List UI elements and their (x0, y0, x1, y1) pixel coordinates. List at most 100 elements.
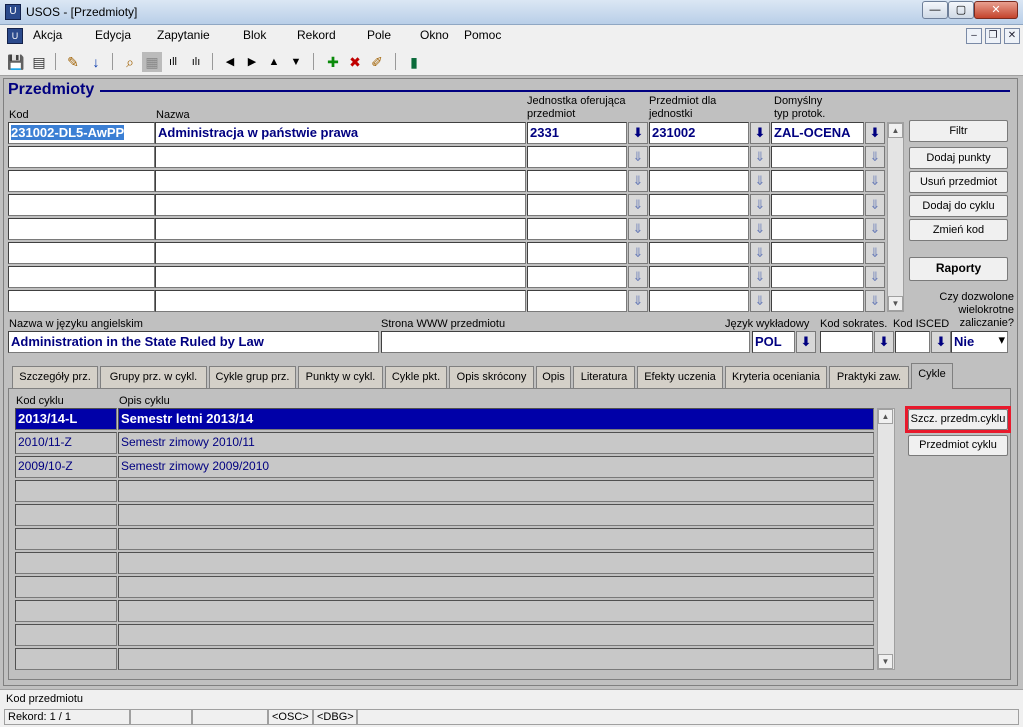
lov-przedmiot-dla-icon[interactable]: ⇓ (750, 242, 770, 264)
mdi-close-button[interactable]: ✕ (1004, 28, 1020, 44)
lov-typ-protok-icon[interactable]: ⇓ (865, 170, 885, 192)
lov-typ-protok-icon[interactable]: ⇓ (865, 242, 885, 264)
przedmiot-dla-field[interactable]: 231002 (649, 122, 749, 144)
jednostka-field[interactable] (527, 218, 627, 240)
query-icon[interactable]: ⌕ (120, 52, 140, 72)
lov-przedmiot-dla-icon[interactable]: ⇓ (750, 170, 770, 192)
opis-cyklu-cell[interactable] (118, 552, 874, 574)
lov-typ-protok-icon[interactable]: ⇓ (865, 146, 885, 168)
opis-cyklu-cell[interactable]: Semestr letni 2013/14 (118, 408, 874, 430)
lov-sokrates-icon[interactable]: ⬇ (874, 331, 894, 353)
dodaj-do-cyklu-button[interactable]: Dodaj do cyklu (909, 195, 1008, 217)
kod-field[interactable] (8, 218, 155, 240)
lov-jednostka-icon[interactable]: ⇓ (628, 218, 648, 240)
nazwa-field[interactable] (155, 146, 526, 168)
count-icon[interactable]: ıll (163, 52, 183, 72)
przedmiot-dla-field[interactable] (649, 170, 749, 192)
typ-protok-field[interactable]: ZAL-OCENA (771, 122, 864, 144)
count-all-icon[interactable]: ılı (186, 52, 206, 72)
lov-jednostka-icon[interactable]: ⬇ (628, 122, 648, 144)
kod-field[interactable] (8, 242, 155, 264)
scroll-up-icon[interactable]: ▲ (888, 123, 903, 138)
przedmiot-dla-field[interactable] (649, 290, 749, 312)
nazwa-field[interactable] (155, 266, 526, 288)
nazwa-field[interactable] (155, 170, 526, 192)
przedmiot-dla-field[interactable] (649, 194, 749, 216)
lov-przedmiot-dla-icon[interactable]: ⇓ (750, 218, 770, 240)
tab-cykle-grup[interactable]: Cykle grup prz. (209, 366, 296, 388)
scroll-up-icon[interactable]: ▲ (878, 409, 893, 424)
opis-cyklu-cell[interactable] (118, 576, 874, 598)
kod-cyklu-cell[interactable] (15, 576, 117, 598)
lov-jednostka-icon[interactable]: ⇓ (628, 170, 648, 192)
download-icon[interactable]: ↓ (86, 52, 106, 72)
jednostka-field[interactable] (527, 146, 627, 168)
zmien-kod-button[interactable]: Zmień kod (909, 219, 1008, 241)
mdi-minimize-button[interactable]: – (966, 28, 982, 44)
kod-field[interactable] (8, 194, 155, 216)
next-record-icon[interactable]: ▶ (242, 52, 262, 72)
menu-okno[interactable]: Okno (420, 28, 449, 42)
tab-praktyki[interactable]: Praktyki zaw. (829, 366, 909, 388)
strona-www-field[interactable] (381, 331, 750, 353)
lov-przedmiot-dla-icon[interactable]: ⇓ (750, 194, 770, 216)
edit-icon[interactable]: ✎ (63, 52, 83, 72)
typ-protok-field[interactable] (771, 242, 864, 264)
exit-icon[interactable]: ▮ (404, 52, 424, 72)
lov-jednostka-icon[interactable]: ⇓ (628, 290, 648, 312)
kod-cyklu-cell[interactable] (15, 504, 117, 526)
lov-typ-protok-icon[interactable]: ⬇ (865, 122, 885, 144)
kod-field[interactable] (8, 170, 155, 192)
nazwa-field[interactable]: Administracja w państwie prawa (155, 122, 526, 144)
lov-isced-icon[interactable]: ⬇ (931, 331, 951, 353)
kod-cyklu-cell[interactable]: 2013/14-L (15, 408, 117, 430)
lov-typ-protok-icon[interactable]: ⇓ (865, 266, 885, 288)
tab-cykle-pkt[interactable]: Cykle pkt. (385, 366, 447, 388)
delete-record-icon[interactable]: ✖ (345, 52, 365, 72)
tab-szczegoly[interactable]: Szczegóły prz. (12, 366, 98, 388)
jednostka-field[interactable] (527, 170, 627, 192)
kod-cyklu-cell[interactable]: 2010/11-Z (15, 432, 117, 454)
cykle-scrollbar[interactable] (877, 408, 895, 670)
up-icon[interactable]: ▲ (264, 52, 284, 72)
print-icon[interactable]: ▤ (29, 52, 49, 72)
typ-protok-field[interactable] (771, 266, 864, 288)
down-icon[interactable]: ▼ (286, 52, 306, 72)
nazwa-field[interactable] (155, 194, 526, 216)
przedmiot-cyklu-button[interactable]: Przedmiot cyklu (908, 435, 1008, 456)
kod-field[interactable] (8, 146, 155, 168)
usun-przedmiot-button[interactable]: Usuń przedmiot (909, 171, 1008, 193)
lov-jednostka-icon[interactable]: ⇓ (628, 146, 648, 168)
kod-field[interactable] (8, 290, 155, 312)
jednostka-field[interactable] (527, 290, 627, 312)
lov-typ-protok-icon[interactable]: ⇓ (865, 194, 885, 216)
kod-cyklu-cell[interactable] (15, 528, 117, 550)
scroll-down-icon[interactable]: ▼ (888, 296, 903, 311)
jednostka-field[interactable] (527, 242, 627, 264)
document-icon[interactable]: U (7, 28, 23, 44)
lov-jednostka-icon[interactable]: ⇓ (628, 242, 648, 264)
nazwa-field[interactable] (155, 242, 526, 264)
jezyk-field[interactable]: POL (752, 331, 795, 353)
opis-cyklu-cell[interactable] (118, 528, 874, 550)
lov-typ-protok-icon[interactable]: ⇓ (865, 290, 885, 312)
menu-pomoc[interactable]: Pomoc (464, 28, 501, 42)
menu-edycja[interactable]: Edycja (95, 28, 131, 42)
lov-jednostka-icon[interactable]: ⇓ (628, 194, 648, 216)
tab-grupy[interactable]: Grupy prz. w cykl. (100, 366, 207, 388)
opis-cyklu-cell[interactable] (118, 624, 874, 646)
isced-field[interactable] (895, 331, 930, 353)
lov-przedmiot-dla-icon[interactable]: ⇓ (750, 146, 770, 168)
minimize-button[interactable]: — (922, 1, 948, 19)
kod-field[interactable] (8, 266, 155, 288)
kod-cyklu-cell[interactable] (15, 600, 117, 622)
typ-protok-field[interactable] (771, 218, 864, 240)
menu-rekord[interactable]: Rekord (297, 28, 336, 42)
dodaj-punkty-button[interactable]: Dodaj punkty (909, 147, 1008, 169)
tab-punkty[interactable]: Punkty w cykl. (298, 366, 383, 388)
lov-typ-protok-icon[interactable]: ⇓ (865, 218, 885, 240)
clear-record-icon[interactable]: ✐ (367, 52, 387, 72)
lov-przedmiot-dla-icon[interactable]: ⬇ (750, 122, 770, 144)
menu-blok[interactable]: Blok (243, 28, 266, 42)
mdi-restore-button[interactable]: ❐ (985, 28, 1001, 44)
